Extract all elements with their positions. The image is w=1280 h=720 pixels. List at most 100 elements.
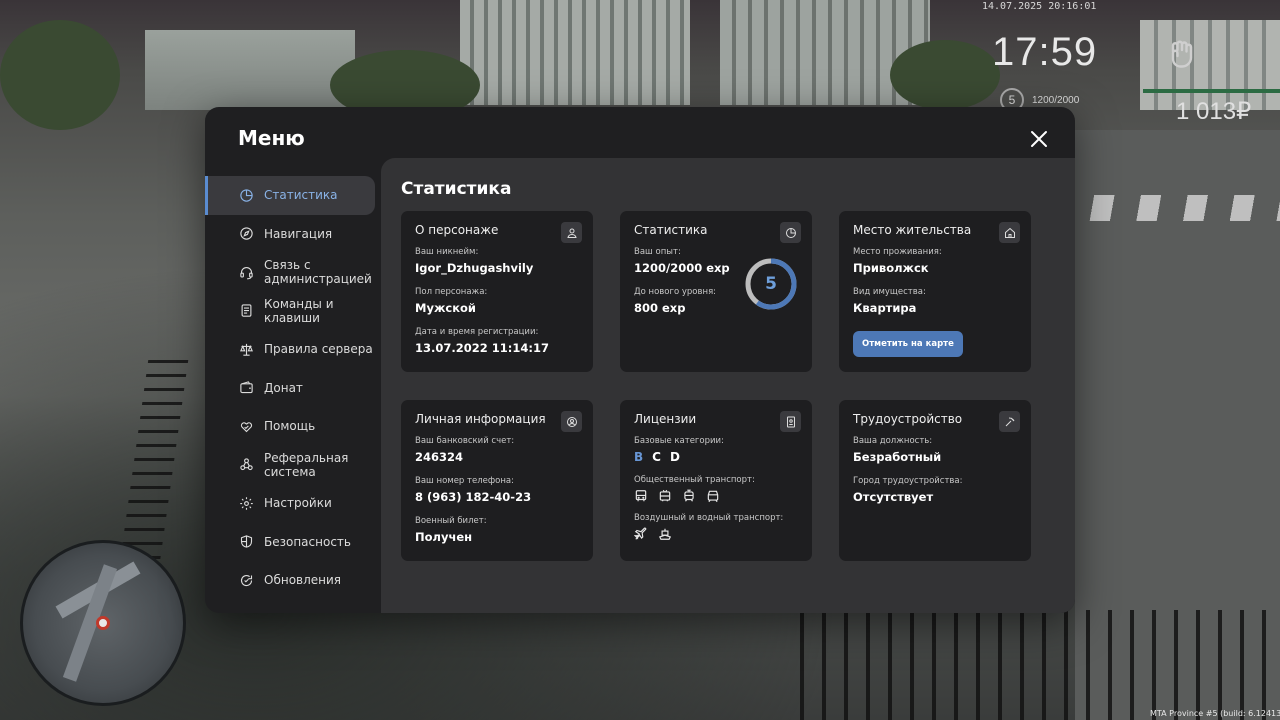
scales-icon xyxy=(238,341,254,357)
field-label: Дата и время регистрации: xyxy=(415,327,539,337)
plane-icon xyxy=(634,527,647,540)
sidebar-item-label: Связь с администрацией xyxy=(264,258,372,287)
menu-title: Меню xyxy=(238,126,305,150)
sidebar-item-admin-contact[interactable]: Связь с администрацией xyxy=(205,253,380,292)
license-categories: B C D xyxy=(634,450,798,464)
sidebar-item-label: Команды и клавиши xyxy=(264,296,334,325)
bus-icon xyxy=(635,490,647,502)
public-transport-icons xyxy=(634,489,798,503)
sidebar-item-label: Обновления xyxy=(264,573,342,588)
metro-icon xyxy=(707,490,719,503)
sidebar-item-label: Помощь xyxy=(264,419,316,434)
gear-icon xyxy=(238,495,254,511)
hud-money: 1 013₽ xyxy=(1176,98,1252,125)
card-stats: Статистика Ваш опыт: 1200/2000 exp До но… xyxy=(620,211,812,372)
bg-tree xyxy=(0,20,120,130)
wallet-icon xyxy=(238,380,254,396)
shield-icon xyxy=(238,534,254,550)
heart-hand-icon xyxy=(238,418,254,434)
menu-window: Меню Статистика Навигация Связь с админи… xyxy=(205,107,1075,613)
sidebar-item-server-rules[interactable]: Правила сервера xyxy=(205,330,380,369)
sidebar-item-navigation[interactable]: Навигация xyxy=(205,215,380,254)
home-icon xyxy=(999,222,1020,243)
registration-value: 13.07.2022 11:14:17 xyxy=(415,341,549,355)
field-label: Город трудоустройства: xyxy=(853,476,963,486)
employment-city-value: Отсутствует xyxy=(853,490,934,504)
bg-building xyxy=(145,30,355,110)
field-label: Воздушный и водный транспорт: xyxy=(634,513,784,523)
sidebar-item-label: Реферальная система xyxy=(264,450,349,479)
card-licenses: Лицензии Базовые категории: B C D Общест… xyxy=(620,400,812,561)
hud-health-bar xyxy=(1143,89,1280,93)
property-value: Квартира xyxy=(853,301,917,315)
bank-value: 246324 xyxy=(415,450,464,464)
gender-value: Мужской xyxy=(415,301,476,315)
card-title: Лицензии xyxy=(634,412,697,426)
sidebar-item-help[interactable]: Помощь xyxy=(205,407,380,446)
minimap-player-blip xyxy=(96,616,110,630)
trolleybus-icon xyxy=(659,489,671,502)
card-title: О персонаже xyxy=(415,223,499,237)
build-info: MTA Province #5 (build: 6.12413.9 xyxy=(1150,709,1280,718)
field-label: Ваш банковский счет: xyxy=(415,436,515,446)
sidebar-item-label: Безопасность xyxy=(264,534,351,549)
sidebar-item-label: Навигация xyxy=(264,226,333,241)
hud-clock: 17:59 xyxy=(992,30,1098,74)
pickaxe-icon xyxy=(999,411,1020,432)
bg-tree xyxy=(890,40,1000,110)
hud-exp: 1200/2000 xyxy=(1032,95,1080,106)
sidebar-item-label: Донат xyxy=(264,380,303,395)
refresh-icon xyxy=(238,572,254,588)
field-label: Ваш опыт: xyxy=(634,247,681,257)
page-title: Статистика xyxy=(401,179,512,199)
mark-on-map-button[interactable]: Отметить на карте xyxy=(853,331,963,357)
sidebar-item-updates[interactable]: Обновления xyxy=(205,561,380,600)
sidebar-item-label: Статистика xyxy=(264,188,338,203)
close-icon[interactable] xyxy=(1027,127,1051,151)
pie-chart-icon xyxy=(780,222,801,243)
bg-crosswalk xyxy=(1080,195,1280,221)
bg-building xyxy=(460,0,690,105)
card-title: Личная информация xyxy=(415,412,546,426)
phone-value: 8 (963) 182-40-23 xyxy=(415,490,532,504)
user-circle-icon xyxy=(561,411,582,432)
card-title: Статистика xyxy=(634,223,708,237)
field-label: Общественный транспорт: xyxy=(634,475,755,485)
sidebar: Статистика Навигация Связь с администрац… xyxy=(205,176,380,600)
level-number: 5 xyxy=(765,274,777,294)
sidebar-item-label: Настройки xyxy=(264,496,332,511)
card-residence: Место жительства Место проживания: Приво… xyxy=(839,211,1031,372)
sidebar-item-security[interactable]: Безопасность xyxy=(205,523,380,562)
card-title: Трудоустройство xyxy=(853,412,963,426)
field-label: Ваш никнейм: xyxy=(415,247,479,257)
sidebar-item-label: Правила сервера xyxy=(264,342,373,357)
card-character: О персонаже Ваш никнейм: Igor_Dzhugashvi… xyxy=(401,211,593,372)
air-water-transport-icons xyxy=(634,527,798,541)
sidebar-item-donate[interactable]: Донат xyxy=(205,369,380,408)
sidebar-item-statistics[interactable]: Статистика xyxy=(205,176,375,215)
boat-icon xyxy=(658,528,672,540)
military-value: Получен xyxy=(415,530,473,544)
field-label: Ваш номер телефона: xyxy=(415,476,514,486)
id-card-icon xyxy=(780,411,801,432)
license-category-d: D xyxy=(669,450,680,464)
field-label: Вид имущества: xyxy=(853,287,926,297)
position-value: Безработный xyxy=(853,450,942,464)
card-title: Место жительства xyxy=(853,223,972,237)
nickname-value: Igor_Dzhugashvily xyxy=(415,261,534,275)
hud-datetime: 14.07.2025 20:16:01 xyxy=(982,1,1097,12)
field-label: Военный билет: xyxy=(415,516,487,526)
fist-icon xyxy=(1171,40,1193,68)
sidebar-item-commands[interactable]: Команды и клавиши xyxy=(205,292,380,331)
headset-icon xyxy=(238,264,254,280)
bg-fence xyxy=(800,610,1280,720)
tram-icon xyxy=(684,489,694,502)
sidebar-item-settings[interactable]: Настройки xyxy=(205,484,380,523)
field-label: Пол персонажа: xyxy=(415,287,488,297)
pie-chart-icon xyxy=(238,187,254,203)
sidebar-item-referral[interactable]: Реферальная система xyxy=(205,446,380,485)
user-icon xyxy=(561,222,582,243)
network-icon xyxy=(238,457,254,473)
card-personal: Личная информация Ваш банковский счет: 2… xyxy=(401,400,593,561)
field-label: Базовые категории: xyxy=(634,436,724,446)
